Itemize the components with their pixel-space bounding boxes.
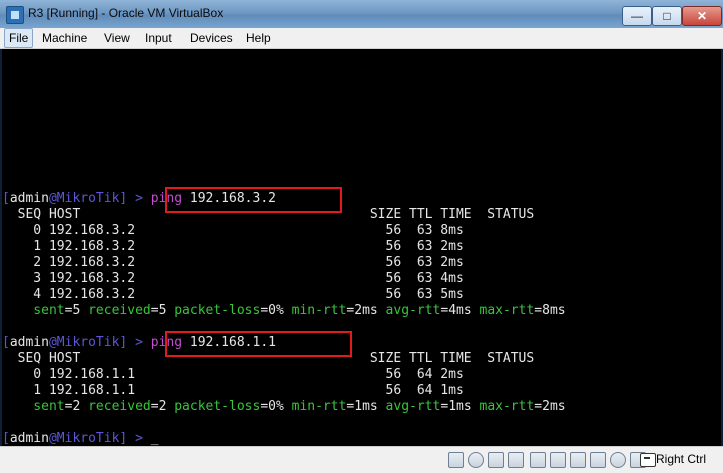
ping-row: 1 192.168.3.2 56 63 2ms bbox=[2, 239, 464, 254]
menu-input[interactable]: Input bbox=[141, 29, 176, 47]
ping-summary-2: sent=2 received=2 packet-loss=0% min-rtt… bbox=[2, 399, 566, 414]
summary-min-label: min-rtt bbox=[283, 399, 347, 414]
ping-summary-1: sent=5 received=5 packet-loss=0% min-rtt… bbox=[2, 303, 566, 318]
summary-received-label: received bbox=[80, 399, 151, 414]
summary-min-label: min-rtt bbox=[283, 303, 347, 318]
prompt-user: admin bbox=[9, 335, 49, 350]
prompt-host: MikroTik bbox=[56, 191, 120, 206]
summary-max-label: max-rtt bbox=[471, 399, 535, 414]
minimize-button[interactable]: — bbox=[622, 6, 652, 26]
host-key-label[interactable]: Right Ctrl bbox=[656, 452, 706, 466]
optical-drive-icon[interactable] bbox=[468, 452, 484, 468]
summary-avg-label: avg-rtt bbox=[377, 399, 441, 414]
hard-disk-icon[interactable] bbox=[448, 452, 464, 468]
virtualbox-app-icon bbox=[6, 6, 24, 24]
prompt-user: admin bbox=[9, 431, 49, 446]
table-header-2: SEQ HOST SIZE TTL TIME STATUS bbox=[2, 351, 535, 366]
ping-row: 2 192.168.3.2 56 63 2ms bbox=[2, 255, 464, 270]
network-adapter-2-icon[interactable] bbox=[550, 452, 566, 468]
prompt-bracket: [ bbox=[2, 431, 10, 446]
summary-loss-value: 0% bbox=[268, 399, 284, 414]
vm-console-screen[interactable]: [admin@MikroTik] > ping 192.168.3.2 SEQ … bbox=[2, 49, 721, 446]
table-header-1: SEQ HOST SIZE TTL TIME STATUS bbox=[2, 207, 535, 222]
menu-machine[interactable]: Machine bbox=[38, 29, 91, 47]
maximize-button[interactable]: □ bbox=[652, 6, 682, 26]
prompt-line-3[interactable]: [admin@MikroTik] > _ bbox=[2, 431, 159, 446]
summary-min-value: 1ms bbox=[354, 399, 378, 414]
prompt-bracket: [ bbox=[2, 335, 10, 350]
summary-max-value: 2ms bbox=[542, 399, 566, 414]
virtualbox-window: R3 [Running] - Oracle VM VirtualBox — □ … bbox=[0, 0, 723, 473]
summary-received-label: received bbox=[80, 303, 151, 318]
prompt-user: admin bbox=[9, 191, 49, 206]
prompt-arrow: ] > bbox=[119, 431, 151, 446]
summary-loss-label: packet-loss bbox=[166, 399, 261, 414]
summary-avg-value: 1ms bbox=[448, 399, 472, 414]
ping-row: 3 192.168.3.2 56 63 4ms bbox=[2, 271, 464, 286]
ping-row: 4 192.168.3.2 56 63 5ms bbox=[2, 287, 464, 302]
shared-folders-icon[interactable] bbox=[570, 452, 586, 468]
host-key-arrow-icon bbox=[640, 453, 656, 467]
prompt-at: @ bbox=[48, 191, 57, 206]
network-adapter-1-icon[interactable] bbox=[530, 452, 546, 468]
menu-help[interactable]: Help bbox=[242, 29, 275, 47]
text-cursor: _ bbox=[150, 431, 159, 446]
summary-loss-label: packet-loss bbox=[166, 303, 261, 318]
title-bar[interactable]: R3 [Running] - Oracle VM VirtualBox — □ … bbox=[0, 0, 723, 29]
ping-row: 1 192.168.1.1 56 64 1ms bbox=[2, 383, 464, 398]
prompt-arrow: ] > bbox=[119, 335, 151, 350]
ping-row: 0 192.168.3.2 56 63 8ms bbox=[2, 223, 464, 238]
window-title: R3 [Running] - Oracle VM VirtualBox bbox=[28, 6, 224, 20]
status-bar: Right Ctrl bbox=[0, 446, 723, 473]
summary-sent-label: sent bbox=[2, 399, 65, 414]
prompt-at: @ bbox=[48, 431, 57, 446]
prompt-arrow: ] > bbox=[119, 191, 151, 206]
usb-icon[interactable] bbox=[508, 452, 524, 468]
menu-view[interactable]: View bbox=[100, 29, 134, 47]
mouse-integration-icon[interactable] bbox=[610, 452, 626, 468]
summary-min-value: 2ms bbox=[354, 303, 378, 318]
menu-file[interactable]: File bbox=[4, 28, 34, 48]
prompt-bracket: [ bbox=[2, 191, 10, 206]
summary-loss-value: 0% bbox=[268, 303, 284, 318]
audio-icon[interactable] bbox=[488, 452, 504, 468]
ping-row: 0 192.168.1.1 56 64 2ms bbox=[2, 367, 464, 382]
menu-devices[interactable]: Devices bbox=[186, 29, 237, 47]
summary-avg-value: 4ms bbox=[448, 303, 472, 318]
prompt-host: MikroTik bbox=[56, 431, 120, 446]
summary-max-label: max-rtt bbox=[471, 303, 535, 318]
summary-sent-label: sent bbox=[2, 303, 65, 318]
summary-max-value: 8ms bbox=[542, 303, 566, 318]
prompt-at: @ bbox=[48, 335, 57, 350]
menu-bar: File Machine View Input Devices Help bbox=[0, 28, 723, 49]
display-icon[interactable] bbox=[590, 452, 606, 468]
prompt-host: MikroTik bbox=[56, 335, 120, 350]
close-button[interactable]: ✕ bbox=[682, 6, 722, 26]
summary-avg-label: avg-rtt bbox=[377, 303, 441, 318]
